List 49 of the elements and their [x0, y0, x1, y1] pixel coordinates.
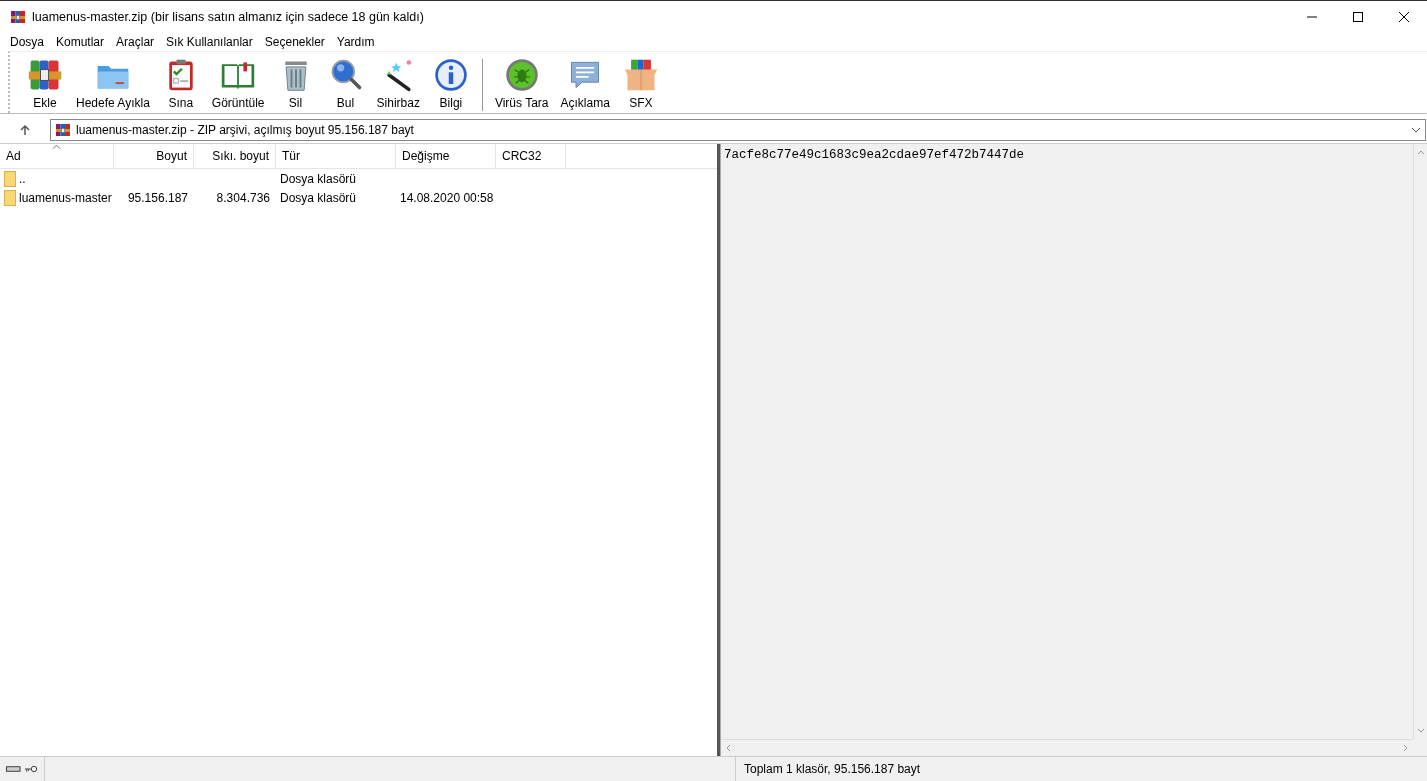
archive-books-icon — [55, 121, 71, 138]
toolbar-button[interactable]: Sihirbaz — [370, 57, 426, 110]
folder-icon — [4, 189, 16, 206]
menu-item[interactable]: Yardım — [330, 34, 381, 49]
column-header[interactable]: Ad — [0, 144, 114, 168]
toolbar-button[interactable]: Açıklama — [554, 57, 616, 110]
vertical-scrollbar[interactable] — [1413, 144, 1427, 739]
column-header[interactable]: Boyut — [114, 144, 194, 168]
menu-item[interactable]: Komutlar — [50, 34, 111, 49]
toolbar-button[interactable]: Virüs Tara — [488, 57, 555, 110]
table-cell: Dosya klasörü — [280, 190, 357, 205]
table-cell: luamenus-master — [19, 190, 112, 205]
menu-item[interactable]: Dosya — [4, 34, 50, 49]
table-cell: 8.304.736 — [216, 190, 270, 205]
toolbar-button[interactable]: Bul — [320, 57, 371, 110]
table-cell: 95.156.187 — [127, 190, 188, 205]
drive-icon — [6, 765, 21, 773]
table-cell: 14.08.2020 00:58 — [400, 190, 494, 205]
scroll-down-icon — [1416, 728, 1425, 733]
window-title: luamenus-master.zip (bir lisans satın almanız için sadece 18 gün kaldı) — [32, 9, 424, 24]
toolbar-button[interactable]: Sil — [270, 57, 321, 110]
scroll-right-icon — [1403, 744, 1408, 752]
column-header[interactable]: Sıkı. boyut — [194, 144, 276, 168]
key-icon — [23, 765, 38, 773]
toolbar-button[interactable]: Ekle — [20, 57, 70, 110]
column-header[interactable]: Değişme — [396, 144, 496, 168]
column-header[interactable]: CRC32 — [496, 144, 566, 168]
menu-item[interactable]: Seçenekler — [258, 34, 331, 49]
toolbar-button[interactable]: Görüntüle — [205, 57, 271, 110]
status-text: Toplam 1 klasör, 95.156.187 bayt — [743, 762, 921, 776]
toolbar-button[interactable]: Sına — [155, 57, 206, 110]
toolbar-button[interactable]: SFX — [615, 57, 666, 110]
folder-icon — [4, 170, 16, 187]
scroll-left-icon — [726, 744, 731, 752]
scroll-up-icon — [1416, 150, 1425, 155]
dropdown-caret-icon — [1411, 126, 1421, 133]
address-field[interactable]: luamenus-master.zip - ZIP arşivi, açılmış boyut 95.156.187 bayt — [50, 118, 1426, 141]
table-cell: Dosya klasörü — [280, 171, 357, 186]
toolbar-button[interactable]: Hedefe Ayıkla — [70, 57, 156, 110]
up-arrow-icon — [19, 123, 31, 136]
menu-item[interactable]: Sık Kullanılanlar — [160, 34, 259, 49]
archive-books-icon — [10, 8, 26, 25]
archive-comment: 7acfe8c77e49c1683c9ea2cdae97ef472b7447de — [723, 147, 1026, 164]
maximize-icon — [1353, 11, 1363, 22]
menu-item[interactable]: Araçlar — [110, 34, 161, 49]
column-header[interactable]: Tür — [276, 144, 396, 168]
table-cell: .. — [19, 171, 26, 186]
toolbar-button[interactable]: Bilgi — [425, 57, 476, 110]
close-icon — [1399, 11, 1409, 22]
